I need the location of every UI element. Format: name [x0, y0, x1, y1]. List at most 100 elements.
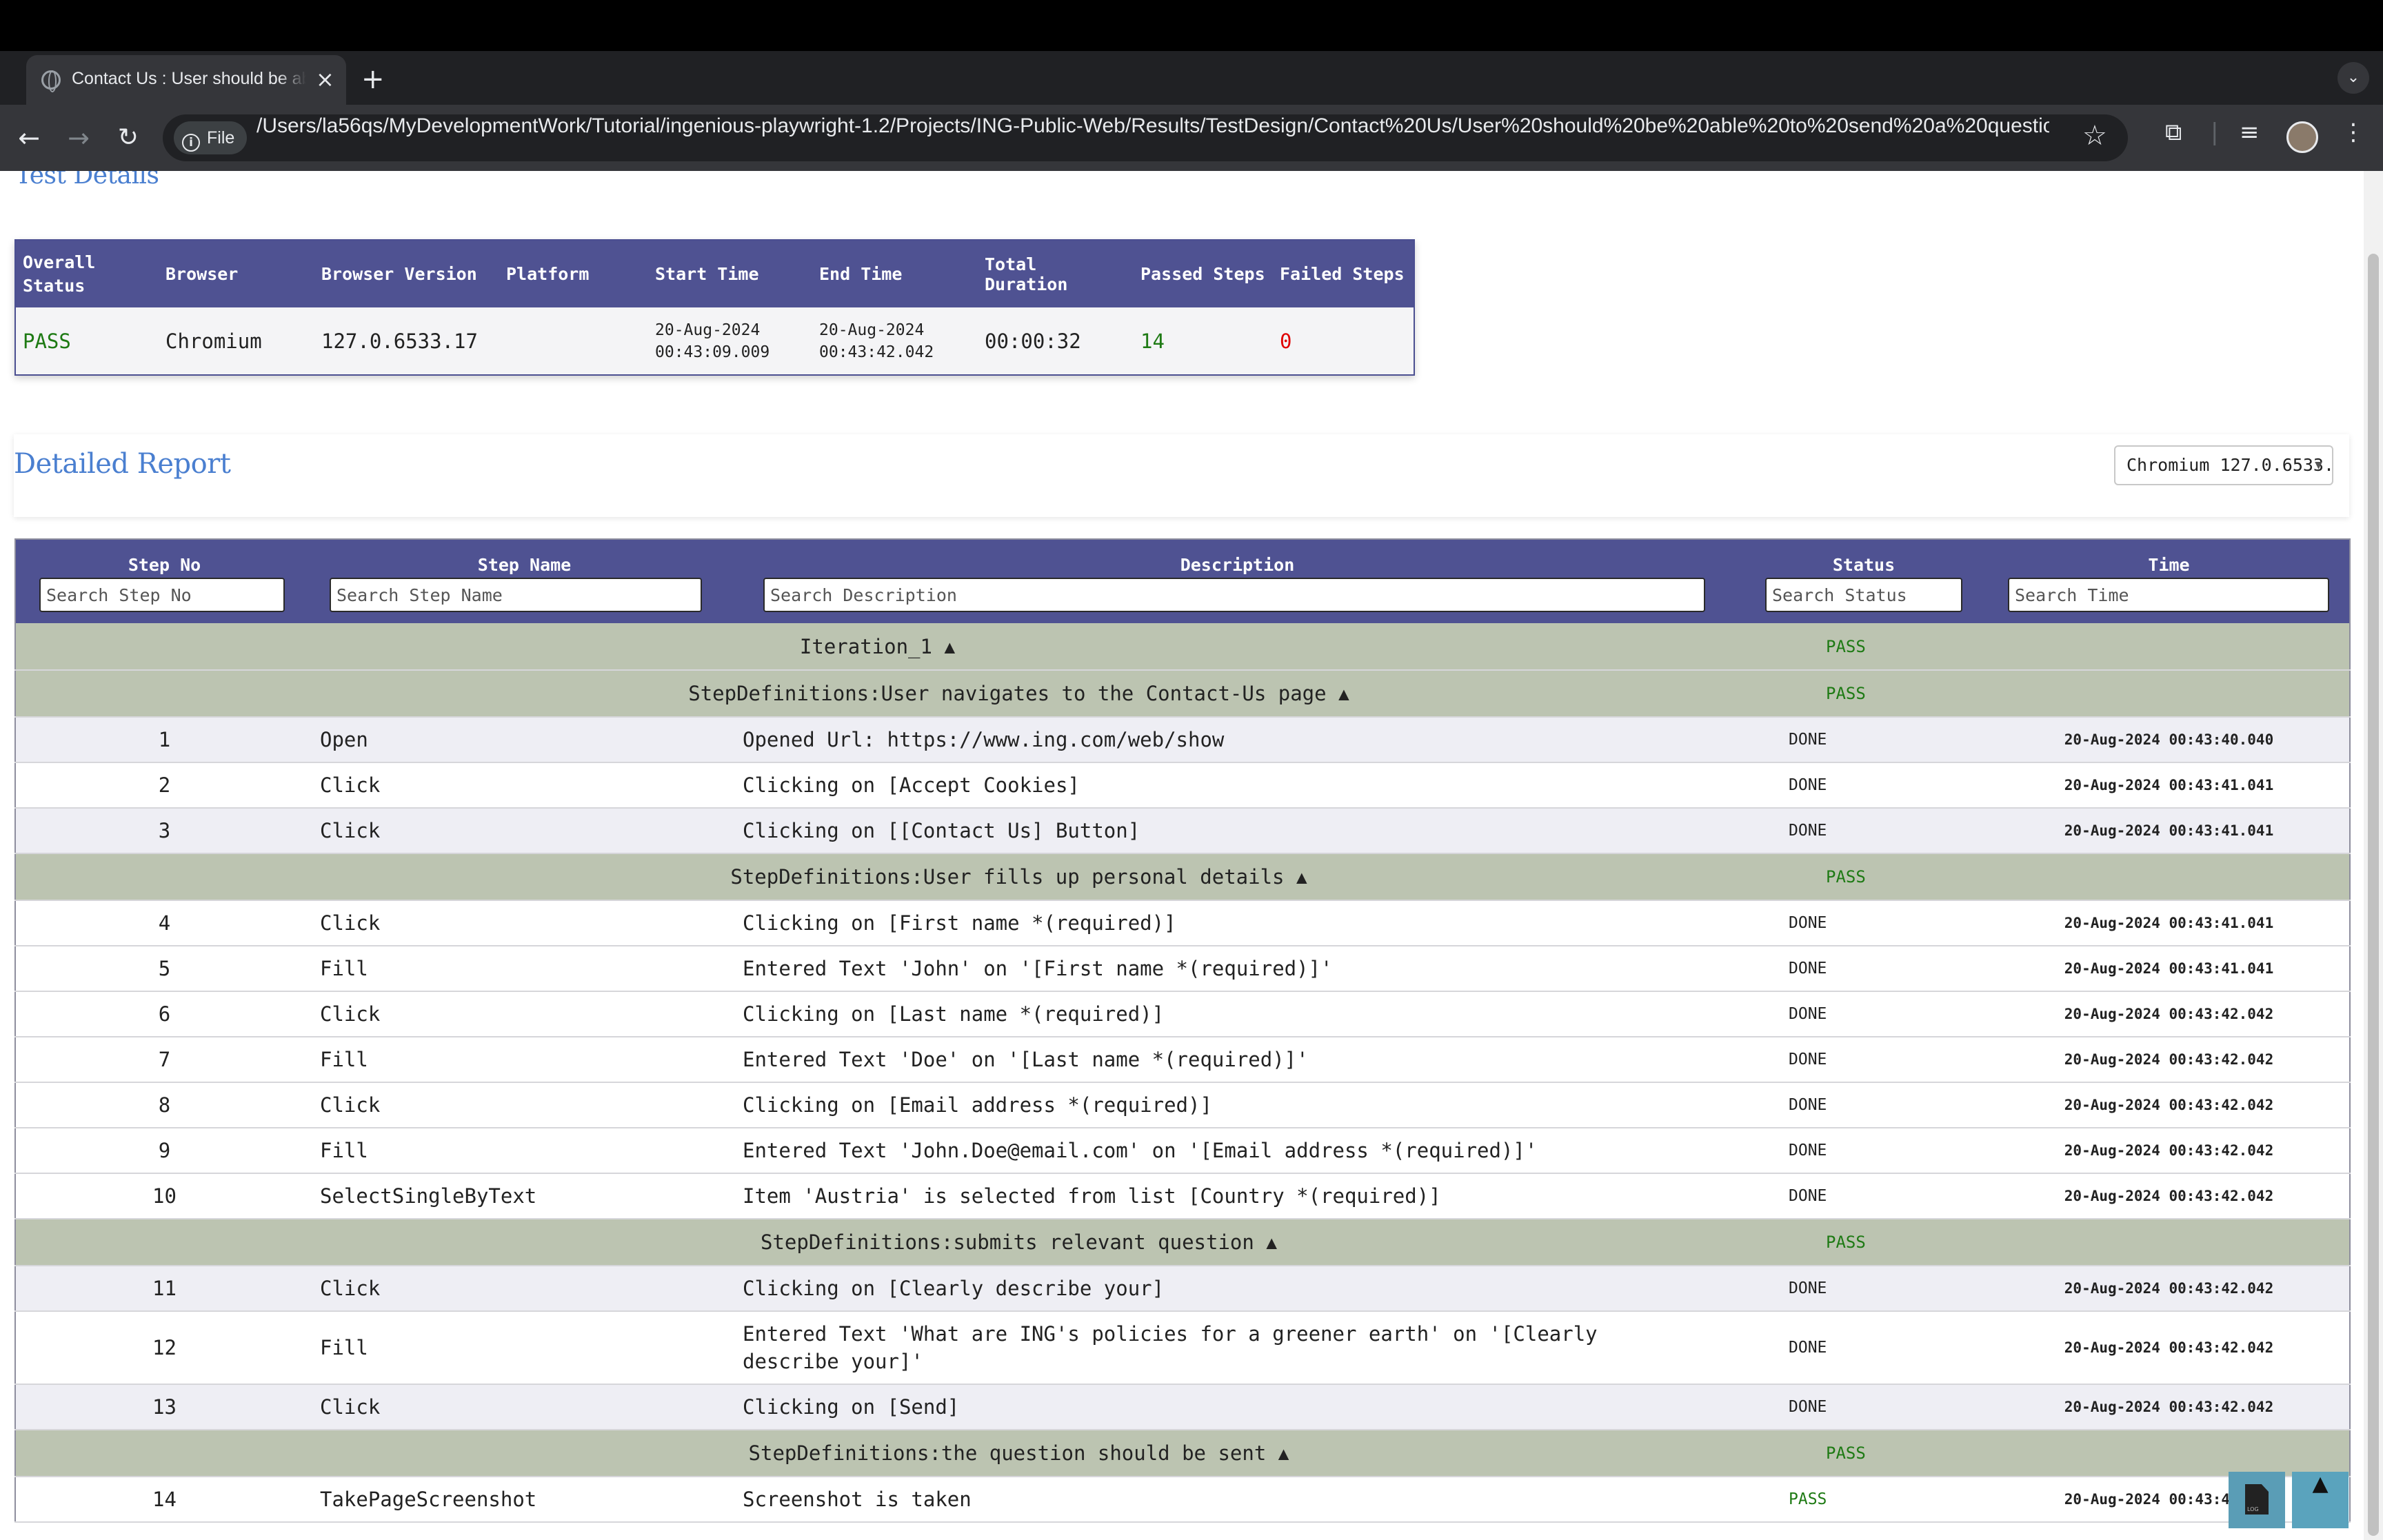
globe-icon: [41, 70, 61, 92]
info-icon: i: [182, 134, 200, 152]
log-file-button[interactable]: LOG: [2229, 1472, 2285, 1528]
tab-close-icon[interactable]: ×: [316, 66, 334, 92]
step-time: 20-Aug-2024 00:43:41.041: [1989, 808, 2350, 854]
step-definition-row[interactable]: StepDefinitions:User fills up personal d…: [15, 853, 2350, 901]
arrow-up-icon: ▲: [2312, 1472, 2329, 1496]
site-info-chip[interactable]: i File: [174, 121, 248, 154]
detailed-report-table: Step No Step Name Description Status Tim…: [14, 538, 2351, 1523]
step-description: Screenshot is taken: [736, 1477, 1739, 1523]
col-time-label: Time: [2148, 555, 2190, 575]
chevron-down-icon: ▼: [2315, 458, 2322, 472]
group-label: StepDefinitions:submits relevant questio…: [761, 1230, 1254, 1254]
toolbar-divider: |: [2211, 119, 2219, 146]
table-row: 5 Fill Entered Text 'John' on '[First na…: [15, 946, 2350, 992]
collapse-arrow-icon[interactable]: ▲: [944, 637, 955, 658]
step-no: 6: [15, 991, 313, 1037]
step-name: Click: [313, 900, 736, 946]
url-text[interactable]: /Users/la56qs/MyDevelopmentWork/Tutorial…: [257, 114, 2049, 161]
collapse-arrow-icon[interactable]: ▲: [1278, 1443, 1289, 1464]
page-scrollbar[interactable]: [2364, 171, 2383, 1540]
step-no: 1: [15, 717, 313, 763]
scroll-to-top-button[interactable]: ▲: [2292, 1472, 2349, 1528]
detailed-report-heading: Detailed Report: [14, 448, 231, 480]
step-definition-row[interactable]: StepDefinitions:User navigates to the Co…: [15, 670, 2350, 718]
group-label: StepDefinitions:User navigates to the Co…: [688, 682, 1327, 705]
reload-icon[interactable]: ↻: [109, 119, 148, 157]
group-name: StepDefinitions:User fills up personal d…: [15, 853, 1739, 901]
address-bar[interactable]: i File /Users/la56qs/MyDevelopmentWork/Tu…: [163, 114, 2128, 161]
step-status: DONE: [1739, 1173, 1989, 1219]
step-no: 12: [15, 1311, 313, 1385]
step-description: Entered Text 'Doe' on '[Last name *(requ…: [736, 1037, 1739, 1083]
details-header-row: Step No Step Name Description Status Tim…: [15, 539, 2350, 623]
search-step-no-input[interactable]: [39, 578, 285, 612]
extensions-puzzle-icon[interactable]: ⧉: [2165, 119, 2182, 146]
start-date: 20-Aug-2024: [655, 321, 761, 339]
test-summary-table: Overall Status Browser Browser Version P…: [14, 239, 1415, 376]
collapse-arrow-icon[interactable]: ▲: [1338, 684, 1349, 705]
macos-title-bar: [0, 0, 2383, 51]
step-status: DONE: [1739, 717, 1989, 763]
group-name: StepDefinitions:User navigates to the Co…: [15, 670, 1739, 718]
step-no: 14: [15, 1477, 313, 1523]
step-description: Entered Text 'What are ING's policies fo…: [736, 1311, 1739, 1385]
table-row: 3 Click Clicking on [[Contact Us] Button…: [15, 808, 2350, 854]
step-time: 20-Aug-2024 00:43:41.041: [1989, 762, 2350, 809]
col-status: Status: [1739, 539, 1989, 623]
col-start-time: Start Time: [648, 240, 812, 307]
search-description-input[interactable]: [763, 578, 1705, 612]
step-no: 10: [15, 1173, 313, 1219]
step-name: Click: [313, 1082, 736, 1128]
bookmark-star-icon[interactable]: ☆: [2082, 120, 2107, 152]
step-status: DONE: [1739, 900, 1989, 946]
step-definition-row[interactable]: StepDefinitions:the question should be s…: [15, 1430, 2350, 1477]
step-description: Clicking on [First name *(required)]: [736, 900, 1739, 946]
passed-steps-value: 14: [1134, 307, 1273, 375]
step-time: 20-Aug-2024 00:43:42.042: [1989, 1266, 2350, 1312]
step-no: 4: [15, 900, 313, 946]
table-row: 11 Click Clicking on [Clearly describe y…: [15, 1266, 2350, 1312]
scrollbar-thumb[interactable]: [2368, 254, 2379, 1536]
kebab-menu-icon[interactable]: ⋮: [2342, 119, 2365, 146]
iteration-row[interactable]: Iteration_1 ▲ PASS: [15, 623, 2350, 671]
media-controls-icon[interactable]: ≡: [2240, 119, 2260, 146]
log-file-label: LOG: [2247, 1506, 2259, 1512]
browser-filter-select[interactable]: Chromium 127.0.6533.17 ▼: [2114, 445, 2333, 485]
group-name: Iteration_1 ▲: [15, 623, 1739, 671]
step-name: Fill: [313, 946, 736, 992]
col-total-duration: Total Duration: [978, 240, 1134, 307]
group-status: PASS: [1739, 623, 1989, 671]
search-time-input[interactable]: [2008, 578, 2329, 612]
step-description: Entered Text 'John.Doe@email.com' on '[E…: [736, 1128, 1739, 1174]
forward-arrow-icon[interactable]: →: [59, 119, 98, 157]
col-step-name: Step Name: [313, 539, 736, 623]
step-description: Item 'Austria' is selected from list [Co…: [736, 1173, 1739, 1219]
summary-header-row: Overall Status Browser Browser Version P…: [15, 240, 1414, 307]
search-status-input[interactable]: [1765, 578, 1962, 612]
step-status: DONE: [1739, 808, 1989, 854]
profile-avatar[interactable]: [2286, 121, 2318, 153]
table-row: 1 Open Opened Url: https://www.ing.com/w…: [15, 717, 2350, 763]
step-description: Opened Url: https://www.ing.com/web/show: [736, 717, 1739, 763]
browser-filter-value: Chromium 127.0.6533.17: [2126, 455, 2333, 475]
back-arrow-icon[interactable]: ←: [10, 119, 48, 157]
tab-search-button[interactable]: ⌄: [2337, 62, 2369, 94]
new-tab-button[interactable]: +: [361, 63, 385, 95]
search-step-name-input[interactable]: [330, 578, 702, 612]
collapse-arrow-icon[interactable]: ▲: [1296, 867, 1307, 888]
step-name: Fill: [313, 1311, 736, 1385]
table-row: 14 TakePageScreenshot Screenshot is take…: [15, 1477, 2350, 1523]
end-clock: 00:43:42.042: [819, 343, 934, 361]
step-time: 20-Aug-2024 00:43:41.041: [1989, 946, 2350, 992]
collapse-arrow-icon[interactable]: ▲: [1266, 1233, 1277, 1253]
group-name: StepDefinitions:the question should be s…: [15, 1430, 1739, 1477]
step-time: 20-Aug-2024 00:43:42.042: [1989, 1173, 2350, 1219]
step-description: Entered Text 'John' on '[First name *(re…: [736, 946, 1739, 992]
browser-tab-active[interactable]: Contact Us : User should be able to send…: [26, 55, 346, 105]
start-clock: 00:43:09.009: [655, 343, 770, 361]
step-definition-row[interactable]: StepDefinitions:submits relevant questio…: [15, 1219, 2350, 1266]
file-chip-label: File: [207, 128, 235, 148]
group-status: PASS: [1739, 1219, 1989, 1266]
group-time-empty: [1989, 853, 2350, 901]
browser-value: Chromium: [159, 307, 314, 375]
